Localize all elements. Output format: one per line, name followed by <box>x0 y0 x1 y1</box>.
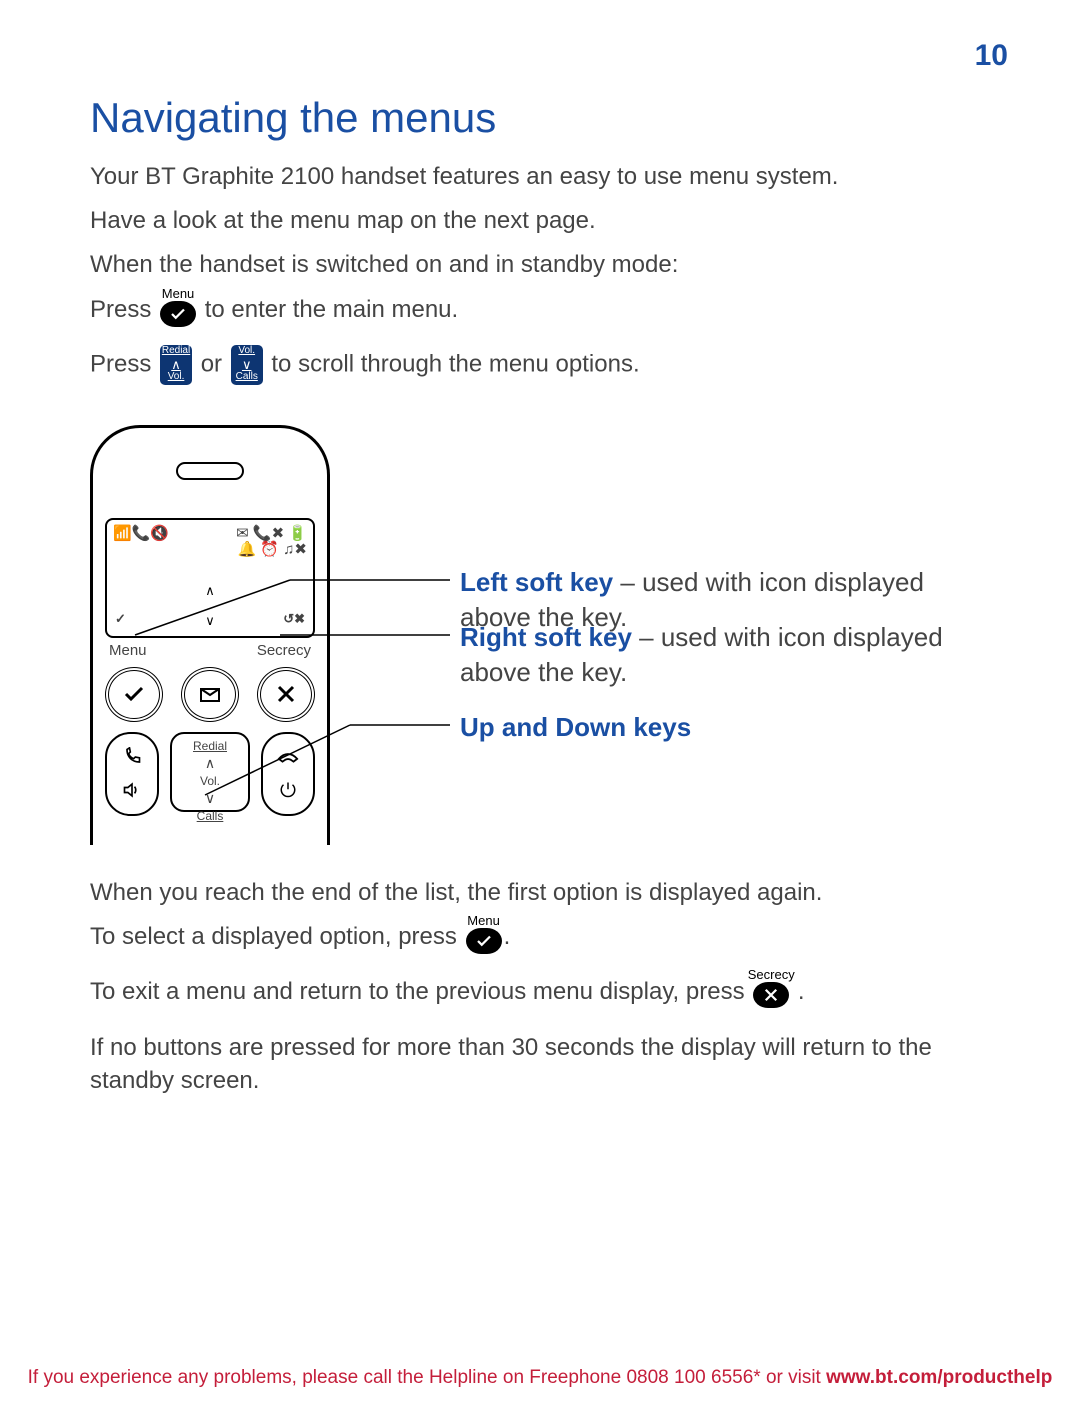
or-text: or <box>201 350 222 377</box>
up-key-inline: Redial ∧ Vol. <box>160 345 192 385</box>
press-scroll-line: Press Redial ∧ Vol. or Vol. ∨ Calls to s… <box>90 345 990 385</box>
check-icon <box>475 932 493 950</box>
earpiece-slot <box>176 462 244 480</box>
check-icon <box>169 305 187 323</box>
scroll-options-text: to scroll through the menu options. <box>271 350 639 377</box>
footer-helpline: If you experience any problems, please c… <box>0 1365 1080 1391</box>
handset-diagram: 📶📞🔇 ✉ 📞✖ 🔋 🔔 ⏰ ♫✖ ∧ ∨ ✓ ↺✖ Menu Secrecy <box>90 425 990 855</box>
menu-label: Menu <box>467 914 500 927</box>
page-title: Navigating the menus <box>90 90 990 147</box>
phone-icon <box>122 747 142 767</box>
envelope-icon <box>198 682 222 706</box>
up-key-top-label: Redial <box>162 346 190 357</box>
nav-key-calls-label: Calls <box>197 808 224 824</box>
message-key <box>181 667 239 722</box>
nav-key-vol-label: Vol. <box>200 773 220 789</box>
callout-lead: Up and Down keys <box>460 712 691 742</box>
status-icons-row: 📶📞🔇 ✉ 📞✖ 🔋 🔔 ⏰ ♫✖ <box>113 526 307 557</box>
down-key-inline: Vol. ∨ Calls <box>231 345 263 385</box>
right-soft-key <box>257 667 315 722</box>
to-exit-line: To exit a menu and return to the previou… <box>90 976 990 1009</box>
to-select-text: To select a displayed option, press <box>90 923 457 950</box>
left-soft-key <box>105 667 163 722</box>
softkey-label-row: Menu Secrecy <box>105 641 315 661</box>
nav-key-redial-label: Redial <box>193 738 227 754</box>
timeout-text: If no buttons are pressed for more than … <box>90 1032 990 1097</box>
secrecy-x-button-inline: Secrecy <box>753 982 789 1008</box>
to-exit-text: To exit a menu and return to the previou… <box>90 978 745 1005</box>
talk-key <box>105 732 159 816</box>
softkey-button-row <box>105 667 315 722</box>
x-icon <box>274 682 298 706</box>
standby-text: When the handset is switched on and in s… <box>90 249 990 281</box>
menu-check-button-inline-2: Menu <box>466 928 502 954</box>
handset-screen: 📶📞🔇 ✉ 📞✖ 🔋 🔔 ⏰ ♫✖ ∧ ∨ ✓ ↺✖ <box>105 518 315 638</box>
chevron-down-icon: ∨ <box>205 789 215 808</box>
handset-outline: 📶📞🔇 ✉ 📞✖ 🔋 🔔 ⏰ ♫✖ ∧ ∨ ✓ ↺✖ Menu Secrecy <box>90 425 330 845</box>
status-icons-right-bottom: 🔔 ⏰ ♫✖ <box>237 542 307 557</box>
down-key-bot-label: Calls <box>236 372 258 383</box>
screen-left-soft-icon: ✓ <box>115 610 126 628</box>
callout-lead: Left soft key <box>460 567 613 597</box>
enter-main-menu-text: to enter the main menu. <box>205 296 458 323</box>
screen-chevron-up-icon: ∧ <box>205 582 215 600</box>
check-icon <box>122 682 146 706</box>
speaker-icon <box>122 780 142 800</box>
status-icons-right: ✉ 📞✖ 🔋 🔔 ⏰ ♫✖ <box>236 526 307 557</box>
power-icon <box>279 781 297 799</box>
status-icons-right-top: ✉ 📞✖ 🔋 <box>236 526 307 541</box>
chevron-down-icon: ∨ <box>242 358 252 372</box>
phone-down-icon <box>277 748 299 766</box>
chevron-up-icon: ∧ <box>171 358 181 372</box>
secrecy-label: Secrecy <box>748 968 795 981</box>
press-text: Press <box>90 296 151 323</box>
press-text-2: Press <box>90 350 151 377</box>
to-select-line: To select a displayed option, press Menu… <box>90 921 990 954</box>
callout-lead: Right soft key <box>460 622 632 652</box>
to-select-period: . <box>504 923 511 950</box>
press-enter-line: Press Menu to enter the main menu. <box>90 294 990 327</box>
up-key-bot-label: Vol. <box>168 372 185 383</box>
menu-label: Menu <box>162 287 195 300</box>
footer-url: www.bt.com/producthelp <box>826 1367 1052 1388</box>
page-number: 10 <box>975 36 1008 77</box>
status-icons-left: 📶📞🔇 <box>113 526 169 541</box>
down-key-top-label: Vol. <box>238 346 255 357</box>
callout-up-down-keys: Up and Down keys <box>460 710 691 745</box>
footer-text: If you experience any problems, please c… <box>28 1367 827 1388</box>
menu-check-button-inline: Menu <box>160 301 196 327</box>
chevron-up-icon: ∧ <box>205 754 215 773</box>
phone-key-row: Redial ∧ Vol. ∨ Calls <box>105 732 315 816</box>
softkey-label-menu: Menu <box>109 641 147 661</box>
screen-chevron-down-icon: ∨ <box>205 612 215 630</box>
intro-text: Your BT Graphite 2100 handset features a… <box>90 161 990 193</box>
navigation-key: Redial ∧ Vol. ∨ Calls <box>170 732 250 812</box>
end-key <box>261 732 315 816</box>
page-content: Navigating the menus Your BT Graphite 21… <box>0 0 1080 1097</box>
callout-right-soft-key: Right soft key – used with icon displaye… <box>460 620 990 690</box>
softkey-label-secrecy: Secrecy <box>257 641 311 661</box>
x-icon <box>762 986 780 1004</box>
menu-map-text: Have a look at the menu map on the next … <box>90 205 990 237</box>
screen-right-soft-icon: ↺✖ <box>283 610 305 628</box>
end-of-list-text: When you reach the end of the list, the … <box>90 877 990 909</box>
